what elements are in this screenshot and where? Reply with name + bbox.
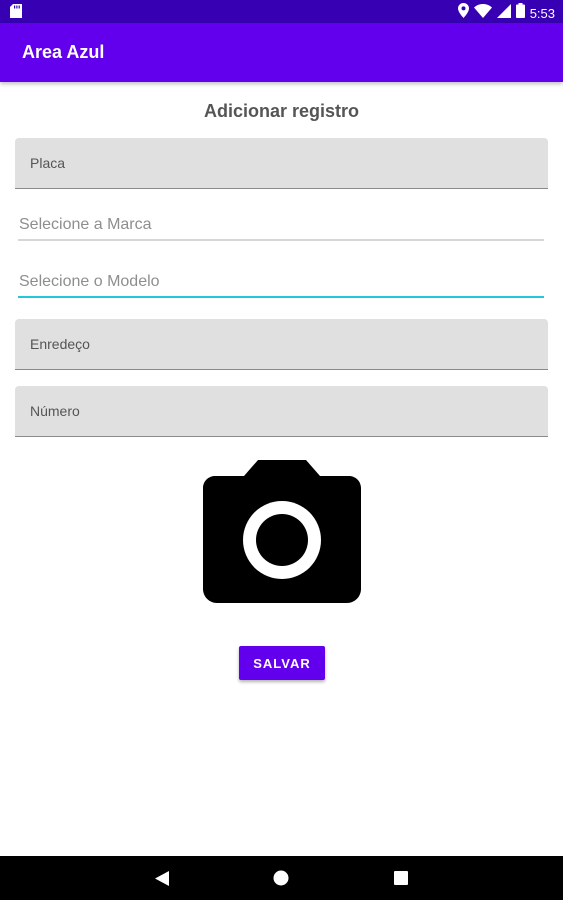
back-icon[interactable] (153, 869, 171, 887)
placa-placeholder: Placa (30, 155, 66, 171)
modelo-spinner[interactable]: Selecione o Modelo (18, 268, 544, 298)
recents-icon[interactable] (392, 869, 410, 887)
status-bar: 5:53 (0, 0, 563, 23)
modelo-hint: Selecione o Modelo (19, 273, 160, 290)
wifi-icon (473, 3, 492, 23)
sd-card-icon (10, 4, 22, 23)
save-button[interactable]: SALVAR (239, 646, 325, 680)
battery-icon (515, 3, 525, 23)
marca-underline (18, 239, 544, 241)
location-icon (457, 3, 469, 23)
numero-field[interactable]: Número (15, 386, 548, 437)
camera-icon[interactable] (203, 460, 361, 603)
app-bar: Area Azul (0, 23, 563, 82)
placa-field[interactable]: Placa (15, 138, 548, 189)
endereco-field[interactable]: Enredeço (15, 319, 548, 370)
status-time: 5:53 (529, 5, 555, 21)
numero-placeholder: Número (30, 403, 80, 419)
app-title: Area Azul (22, 42, 105, 62)
signal-icon (496, 3, 511, 23)
endereco-placeholder: Enredeço (30, 336, 90, 352)
form-title: Adicionar registro (203, 101, 360, 121)
modelo-underline (18, 296, 544, 298)
navigation-bar (0, 856, 563, 900)
marca-hint: Selecione a Marca (19, 216, 152, 233)
home-icon[interactable] (272, 869, 290, 887)
marca-spinner[interactable]: Selecione a Marca (18, 211, 544, 241)
